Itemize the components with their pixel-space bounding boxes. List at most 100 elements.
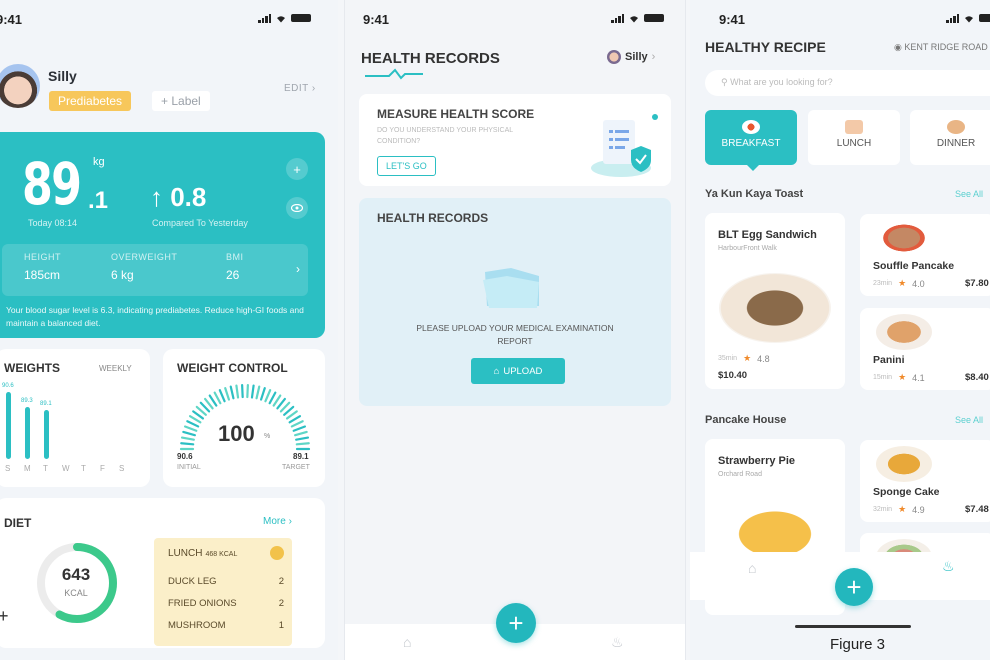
meal-item-name: MUSHROOM xyxy=(168,620,226,631)
cloche-icon[interactable]: ♨ xyxy=(611,634,624,651)
score-title: MEASURE HEALTH SCORE xyxy=(377,107,535,121)
gauge-tick xyxy=(235,384,240,399)
location-pin-icon: ◉ xyxy=(894,42,902,52)
recipe-name: Strawberry Pie xyxy=(718,455,796,467)
category-lunch[interactable]: LUNCH xyxy=(808,110,900,165)
add-label-button[interactable]: + Label xyxy=(152,91,210,111)
recipe-card-featured[interactable]: BLT Egg Sandwich HarbourFront Walk 35min… xyxy=(705,213,845,389)
recipe-price: $10.40 xyxy=(718,370,748,381)
gauge-tick xyxy=(272,394,282,407)
period-selector[interactable]: WEEKLY xyxy=(99,364,132,373)
lets-go-button[interactable]: LET'S GO xyxy=(377,156,436,176)
plus-icon: + xyxy=(0,606,9,626)
add-meal-button[interactable]: + xyxy=(0,606,9,627)
recipe-name: Panini xyxy=(873,354,905,366)
avatar xyxy=(607,50,621,64)
calorie-value: 643 xyxy=(61,565,91,584)
signal-icon xyxy=(258,13,271,23)
user-name: Silly xyxy=(625,51,648,63)
gauge-tick xyxy=(229,385,235,400)
toggle-visibility-button[interactable] xyxy=(286,197,308,219)
score-subtitle: DO YOU UNDERSTAND YOUR PHYSICAL CONDITIO… xyxy=(377,127,513,145)
health-report-illustration xyxy=(591,114,658,177)
weight-value: 89 xyxy=(22,150,82,218)
recipe-name: Souffle Pancake xyxy=(873,260,955,272)
recipe-rating: 4.9 xyxy=(912,504,925,515)
gauge-tick xyxy=(295,442,310,446)
upload-label: UPLOAD xyxy=(503,365,543,377)
see-all-link[interactable]: See All xyxy=(955,189,983,199)
weight-bar[interactable] xyxy=(6,391,11,459)
wifi-icon xyxy=(630,16,638,23)
body-stats[interactable]: HEIGHT 185cm OVERWEIGHT 6 kg BMI 26 › xyxy=(2,244,308,296)
gauge-tick xyxy=(264,389,272,403)
add-weight-button[interactable]: + xyxy=(286,158,308,180)
heartbeat-icon xyxy=(365,68,423,80)
stat-label: OVERWEIGHT xyxy=(111,252,178,262)
recipe-time: 32min xyxy=(873,506,893,513)
see-all-link[interactable]: See All xyxy=(955,415,983,425)
stat-label: HEIGHT xyxy=(24,252,62,262)
cloche-icon[interactable]: ♨ xyxy=(942,558,955,575)
section-title: Pancake House xyxy=(705,414,787,426)
stat-value: 6 kg xyxy=(111,268,134,282)
initial-weight: 90.6 xyxy=(177,452,193,461)
day-label: T xyxy=(43,464,48,473)
gauge-tick xyxy=(208,394,218,407)
gauge-tick xyxy=(268,391,277,405)
meal-item-qty: 1 xyxy=(278,620,284,631)
delta-caption: Compared To Yesterday xyxy=(152,218,248,228)
gauge-percent: 100 xyxy=(218,421,255,446)
category-dinner[interactable]: DINNER xyxy=(910,110,990,165)
diet-card: DIET More › 643 KCAL + LUNCH 468 KCAL DUC… xyxy=(0,498,325,648)
edit-button[interactable]: EDIT › xyxy=(284,83,316,94)
gauge-tick xyxy=(288,415,302,424)
status-icons xyxy=(258,13,311,23)
location-selector[interactable]: ◉ KENT RIDGE ROAD xyxy=(894,42,988,53)
recipe-card[interactable]: Sponge Cake 32min ★ 4.9 $7.48 xyxy=(860,440,990,522)
signal-icon xyxy=(611,13,624,23)
status-time: 9:41 xyxy=(363,12,390,27)
egg-icon xyxy=(742,120,760,134)
more-link[interactable]: More › xyxy=(263,516,292,527)
upload-button[interactable]: ⌂ UPLOAD xyxy=(471,358,565,384)
recipe-rating: 4.0 xyxy=(912,278,925,289)
recipe-card[interactable]: Souffle Pancake 23min ★ 4.0 $7.80 xyxy=(860,214,990,296)
sponge-cake-image xyxy=(876,446,932,482)
heart-icon[interactable] xyxy=(270,546,284,560)
weight-bar[interactable] xyxy=(25,407,30,459)
section-title: Ya Kun Kaya Toast xyxy=(705,188,804,200)
recipe-meta: 32min ★ 4.9 xyxy=(873,504,925,515)
home-icon[interactable]: ⌂ xyxy=(748,560,756,576)
gauge-tick xyxy=(224,387,231,401)
status-icons xyxy=(611,13,664,23)
weight-bar-label: 89.1 xyxy=(40,400,52,407)
battery-icon xyxy=(979,14,990,22)
category-breakfast[interactable]: BREAKFAST xyxy=(705,110,797,171)
user-chip[interactable]: Silly › xyxy=(607,50,655,64)
recipe-meta: 23min ★ 4.0 xyxy=(873,278,925,289)
meal-item-qty: 2 xyxy=(278,576,284,587)
search-input[interactable]: ⚲ What are you looking for? xyxy=(705,70,990,96)
star-icon: ★ xyxy=(898,278,907,288)
search-placeholder: What are you looking for? xyxy=(730,77,833,87)
home-icon[interactable]: ⌂ xyxy=(403,634,411,650)
meal-card[interactable]: LUNCH 468 KCAL DUCK LEG 2 FRIED ONIONS 2 MU… xyxy=(154,538,292,646)
battery-icon xyxy=(644,14,664,22)
plus-icon: + xyxy=(293,161,301,177)
star-icon: ★ xyxy=(743,353,752,363)
add-button[interactable]: + xyxy=(496,603,536,643)
recipe-card[interactable]: Panini 15min ★ 4.1 $8.40 xyxy=(860,308,990,390)
health-score-card: MEASURE HEALTH SCORE DO YOU UNDERSTAND Y… xyxy=(359,94,671,186)
gauge-tick xyxy=(294,430,308,437)
gauge-tick xyxy=(295,436,310,441)
meal-item: MUSHROOM 1 xyxy=(168,620,284,631)
weight-control-card: WEIGHT CONTROL 100 % 90.6 INITIAL 89.1 T… xyxy=(163,349,325,487)
meal-item-name: FRIED ONIONS xyxy=(168,598,237,609)
weight-bar[interactable] xyxy=(44,409,49,459)
avatar[interactable] xyxy=(0,64,40,108)
add-button[interactable]: + xyxy=(835,568,873,606)
day-label: T xyxy=(81,464,86,473)
recipe-place: Orchard Road xyxy=(718,471,762,478)
calorie-unit: KCAL xyxy=(64,588,88,598)
